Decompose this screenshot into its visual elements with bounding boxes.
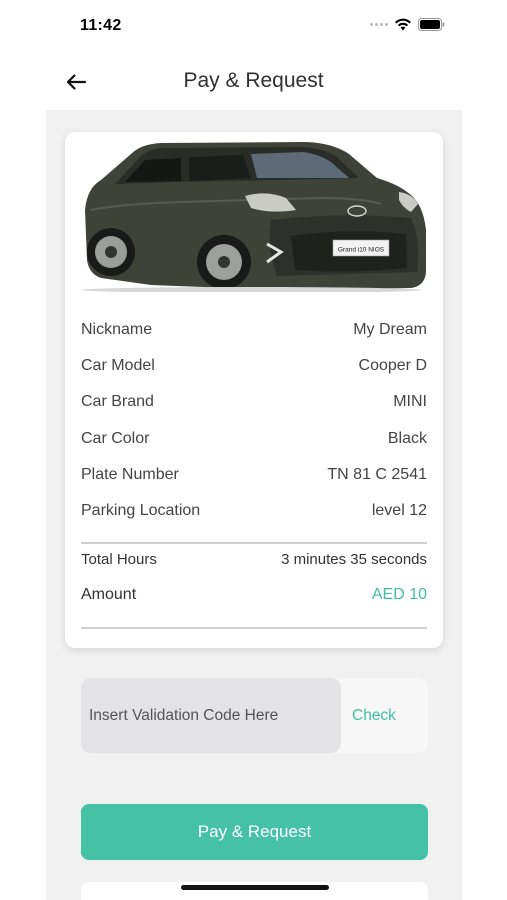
info-row-nickname: Nickname My Dream — [81, 312, 427, 348]
info-row-parking-location: Parking Location level 12 — [81, 493, 427, 529]
info-value: Black — [387, 429, 427, 447]
divider — [81, 627, 427, 629]
info-value: MINI — [393, 393, 427, 411]
info-value: My Dream — [353, 321, 427, 339]
info-row-car-brand: Car Brand MINI — [81, 384, 427, 420]
svg-text:Grand i10 NIOS: Grand i10 NIOS — [338, 247, 385, 254]
home-indicator — [181, 885, 329, 890]
validation-code-box: Check — [81, 678, 428, 753]
info-label: Car Model — [81, 357, 155, 375]
info-label: Car Color — [81, 429, 150, 447]
divider — [81, 542, 427, 544]
status-bar: 11:42 — [0, 0, 507, 52]
amount-label: Amount — [81, 586, 137, 603]
info-row-plate-number: Plate Number TN 81 C 2541 — [81, 457, 427, 493]
check-button[interactable]: Check — [341, 678, 428, 753]
info-value: level 12 — [371, 502, 427, 520]
amount-value: AED 10 — [371, 586, 427, 603]
status-icons — [370, 18, 445, 31]
info-row-car-model: Car Model Cooper D — [81, 348, 427, 384]
info-value: Cooper D — [358, 357, 427, 375]
car-info-list: Nickname My Dream Car Model Cooper D Car… — [81, 312, 427, 529]
page-title: Pay & Request — [183, 69, 324, 92]
info-row-car-color: Car Color Black — [81, 421, 427, 457]
info-label: Nickname — [81, 321, 153, 339]
header: Pay & Request — [0, 52, 507, 110]
battery-icon — [418, 18, 445, 31]
car-details-card: Grand i10 NIOS Nickname My Dream Car Mod… — [65, 132, 443, 648]
pay-request-button[interactable]: Pay & Request — [81, 804, 428, 860]
info-value: TN 81 C 2541 — [327, 465, 427, 483]
validation-code-input[interactable] — [81, 678, 341, 753]
signal-dots-icon — [370, 23, 388, 26]
amount-row: Amount AED 10 — [81, 586, 427, 604]
total-hours-value: 3 minutes 35 seconds — [281, 551, 427, 568]
info-label: Plate Number — [81, 465, 179, 483]
status-time: 11:42 — [80, 17, 122, 34]
content-area: Grand i10 NIOS Nickname My Dream Car Mod… — [46, 110, 462, 900]
total-hours-row: Total Hours 3 minutes 35 seconds — [81, 551, 427, 568]
info-label: Car Brand — [81, 393, 154, 411]
total-hours-label: Total Hours — [81, 551, 157, 568]
info-label: Parking Location — [81, 502, 201, 520]
car-photo: Grand i10 NIOS — [81, 142, 426, 292]
wifi-icon — [394, 18, 412, 31]
